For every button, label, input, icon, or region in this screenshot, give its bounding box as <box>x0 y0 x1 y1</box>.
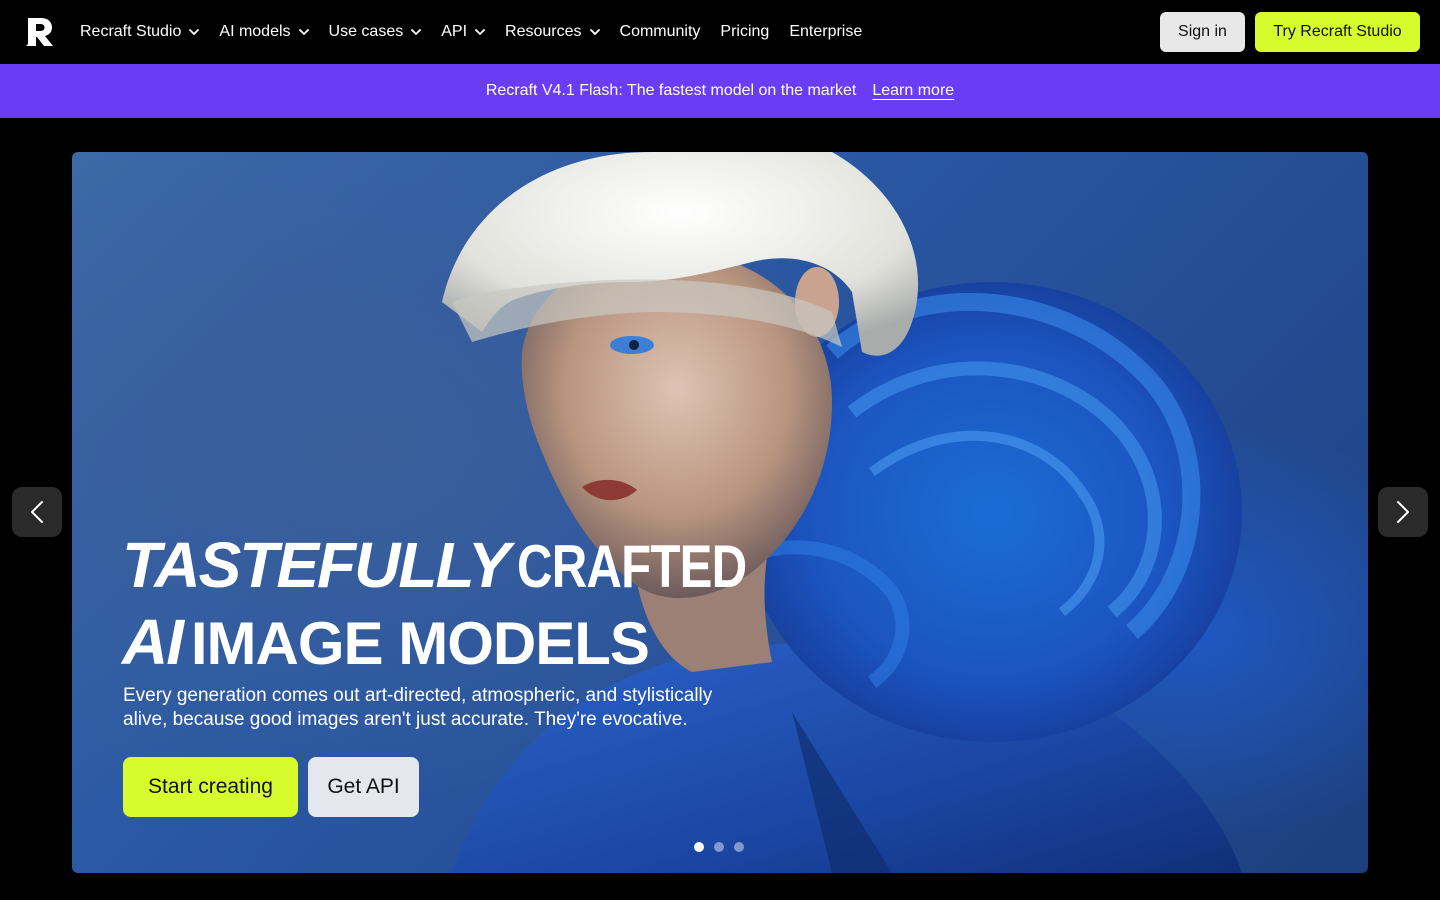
chevron-down-icon <box>589 29 600 35</box>
nav-item-pricing[interactable]: Pricing <box>720 0 769 64</box>
banner-text: Recraft V4.1 Flash: The fastest model on… <box>485 82 857 99</box>
nav-item-label: Enterprise <box>789 23 863 40</box>
nav-item-label: API <box>441 23 468 40</box>
hero-title-word-crafted: CRAFTED <box>517 533 747 600</box>
nav-item-label: Recraft Studio <box>80 23 182 40</box>
announcement-banner: Recraft V4.1 Flash: The fastest model on… <box>0 64 1440 118</box>
hero-subtitle-line-1: Every generation comes out art-directed,… <box>123 685 713 706</box>
start-creating-button[interactable]: Start creating <box>123 757 298 817</box>
carousel-prev-button[interactable] <box>12 487 62 537</box>
chevron-down-icon <box>189 29 200 35</box>
carousel-dot-3[interactable] <box>734 842 744 852</box>
carousel-dot-1[interactable] <box>694 842 704 852</box>
learn-more-link[interactable]: Learn more <box>872 82 954 100</box>
carousel-dot-2[interactable] <box>714 842 724 852</box>
hero-carousel-slide: TASTEFULLY CRAFTED AI IMAGE MODELS Every… <box>72 152 1368 873</box>
try-recraft-studio-button[interactable]: Try Recraft Studio <box>1255 12 1420 52</box>
nav-item-ai-models[interactable]: AI models <box>219 0 309 64</box>
hero-subtitle-line-2: alive, because good images aren't just a… <box>123 709 688 730</box>
nav-item-community[interactable]: Community <box>620 0 701 64</box>
chevron-left-icon <box>31 501 43 523</box>
top-nav: Recraft Studio AI models Use cases API R… <box>0 0 1440 64</box>
nav-menu: Recraft Studio AI models Use cases API R… <box>80 0 882 64</box>
nav-item-label: Resources <box>505 23 582 40</box>
hero-title-line-2: AI IMAGE MODELS <box>122 609 882 686</box>
hero-title: TASTEFULLY CRAFTED AI IMAGE MODELS <box>122 532 882 686</box>
carousel-dots <box>694 842 754 852</box>
nav-item-api[interactable]: API <box>441 0 485 64</box>
recraft-logo-icon[interactable] <box>24 16 56 48</box>
chevron-right-icon <box>1397 501 1409 523</box>
chevron-down-icon <box>298 29 309 35</box>
hero-title-line-1: TASTEFULLY CRAFTED <box>122 532 882 609</box>
nav-item-recraft-studio[interactable]: Recraft Studio <box>80 0 200 64</box>
hero-subtitle: Every generation comes out art-directed,… <box>123 684 823 732</box>
hero-title-word-image-models: IMAGE MODELS <box>190 610 650 677</box>
nav-item-label: Pricing <box>720 23 770 40</box>
nav-item-label: Community <box>619 23 701 40</box>
hero-title-word-tastefully: TASTEFULLY <box>122 529 510 601</box>
chevron-down-icon <box>475 29 485 35</box>
sign-in-button[interactable]: Sign in <box>1160 12 1245 52</box>
nav-item-label: Use cases <box>328 23 404 40</box>
nav-item-use-cases[interactable]: Use cases <box>329 0 422 64</box>
get-api-button[interactable]: Get API <box>308 757 419 817</box>
nav-item-resources[interactable]: Resources <box>505 0 600 64</box>
hero-title-word-ai: AI <box>122 606 184 678</box>
carousel-next-button[interactable] <box>1378 487 1428 537</box>
nav-item-label: AI models <box>219 23 291 40</box>
chevron-down-icon <box>411 29 422 35</box>
nav-item-enterprise[interactable]: Enterprise <box>789 0 862 64</box>
